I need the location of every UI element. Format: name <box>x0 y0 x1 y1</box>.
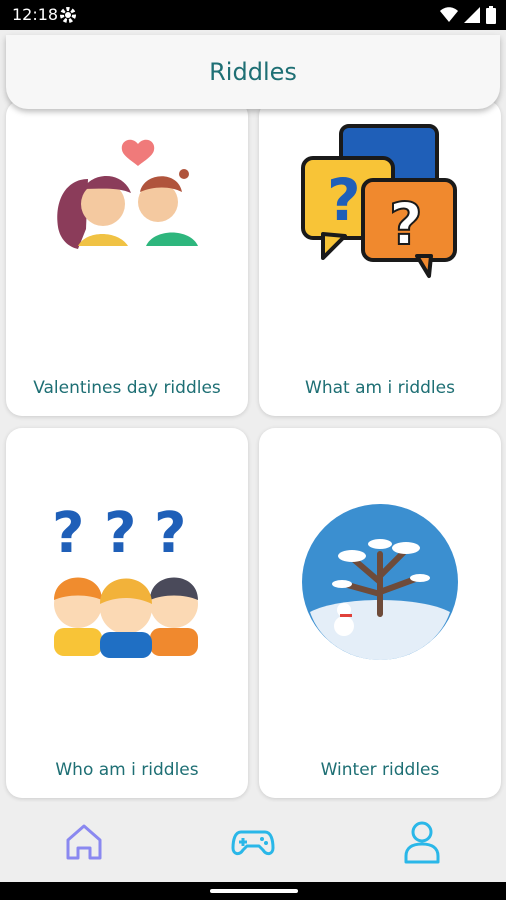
riddle-grid: Valentines day riddles ? ? What am i rid… <box>0 0 506 900</box>
battery-icon <box>486 6 496 24</box>
nav-profile[interactable] <box>392 812 452 872</box>
card-who-am-i-riddles[interactable]: ? ? ? Who am i riddles <box>6 428 248 798</box>
nav-home[interactable] <box>54 812 114 872</box>
svg-text:?: ? <box>389 190 423 258</box>
system-navigation-bar <box>0 882 506 900</box>
nav-games[interactable] <box>223 812 283 872</box>
kissing-couple-icon <box>57 139 198 249</box>
home-icon <box>66 824 102 860</box>
status-indicators <box>440 6 496 24</box>
question-bubbles-icon: ? ? <box>301 124 457 278</box>
card-label: Who am i riddles <box>55 760 199 780</box>
user-icon <box>404 821 440 864</box>
card-what-am-i-riddles[interactable]: ? ? What am i riddles <box>259 100 501 416</box>
svg-text:?: ? <box>327 166 361 234</box>
cellular-signal-icon <box>464 7 480 23</box>
svg-text:?: ? <box>154 501 186 566</box>
card-label: Winter riddles <box>320 760 440 780</box>
app-bar: Riddles <box>6 35 500 109</box>
wifi-icon <box>440 7 458 22</box>
people-questions-icon: ? ? ? <box>52 501 198 658</box>
winter-tree-icon <box>302 504 458 660</box>
card-label: Valentines day riddles <box>33 378 221 398</box>
status-time: 12:18 <box>12 5 59 24</box>
card-label: What am i riddles <box>305 378 455 398</box>
svg-text:?: ? <box>104 501 136 566</box>
card-valentines-riddles[interactable]: Valentines day riddles <box>6 100 248 416</box>
gamepad-icon <box>231 830 275 856</box>
bottom-navigation <box>0 802 506 882</box>
gesture-handle[interactable] <box>210 889 298 893</box>
page-title: Riddles <box>209 58 297 86</box>
svg-text:?: ? <box>52 501 84 566</box>
status-bar: 12:18 <box>0 0 506 30</box>
card-winter-riddles[interactable]: Winter riddles <box>259 428 501 798</box>
settings-gear-icon <box>60 7 76 23</box>
